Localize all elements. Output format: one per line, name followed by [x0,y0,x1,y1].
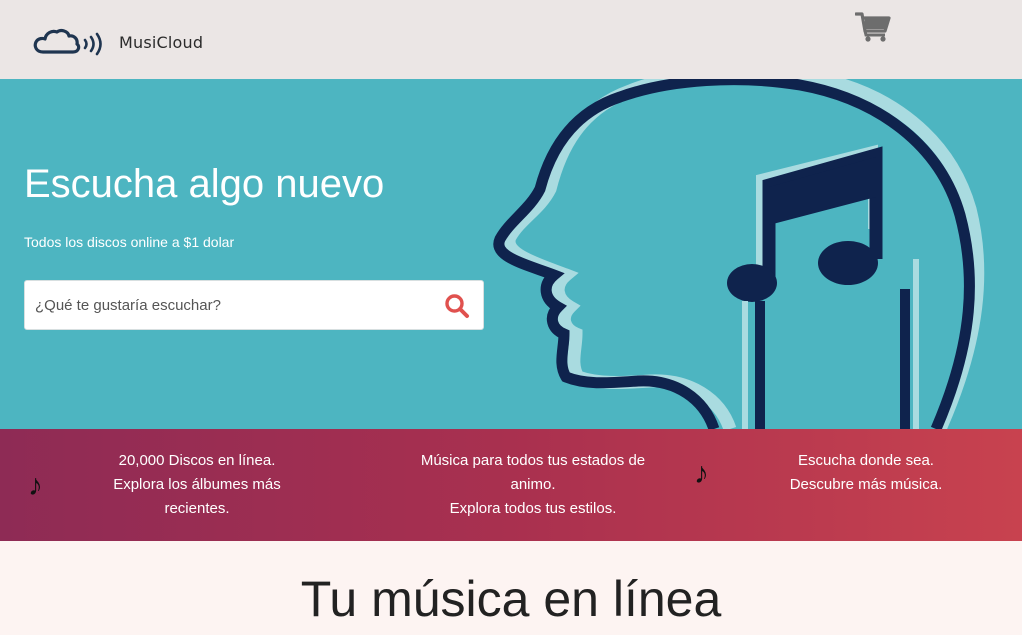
feature-line: animo. [510,476,556,493]
music-note-icon: ♪ [28,469,43,502]
hero-title: Escucha algo nuevo [24,162,385,206]
search-input[interactable] [25,281,435,329]
hero-subtitle: Todos los discos online a $1 dolar [24,234,235,250]
shopping-cart-button[interactable] [854,11,891,43]
hero-banner: Escucha algo nuevo Todos los discos onli… [0,79,1022,429]
feature-line: Explora todos tus estilos. [449,500,617,517]
search-icon [445,294,469,318]
feature-item: Música para todos tus estados de animo. … [408,449,658,521]
feature-line: Música para todos tus estados de [420,452,646,469]
music-note-icon: ♪ [694,457,709,490]
feature-line: Explora los álbumes más [113,476,281,493]
cloud-sound-icon [33,29,102,56]
feature-item: 20,000 Discos en línea. Explora los álbu… [92,449,302,521]
brand-logo[interactable]: MusiCloud [33,26,203,58]
section-title: Tu música en línea [300,571,722,627]
brand-name: MusiCloud [119,32,204,52]
search-bar [24,280,484,330]
head-music-note-icon [493,79,985,429]
feature-line: recientes. [164,500,230,517]
feature-item: Escucha donde sea. Descubre más música. [766,449,966,497]
feature-line: Descubre más música. [789,476,943,493]
top-navbar: MusiCloud [0,0,1022,79]
shopping-cart-icon [854,12,891,42]
search-button[interactable] [443,292,471,320]
feature-line: 20,000 Discos en línea. [118,452,276,469]
feature-line: Escucha donde sea. [798,452,934,469]
features-band: ♪ 20,000 Discos en línea. Explora los ál… [0,429,1022,541]
